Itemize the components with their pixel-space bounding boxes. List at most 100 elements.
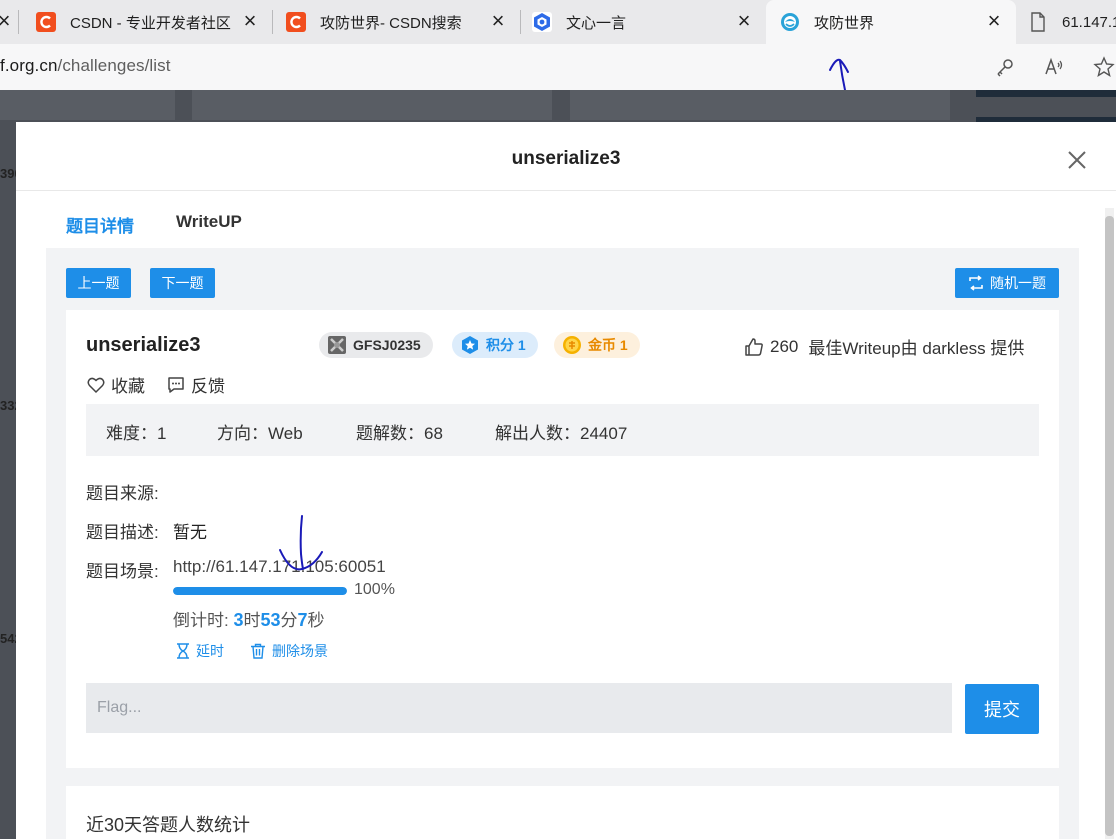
favorite-star-icon[interactable] <box>1093 56 1115 78</box>
extend-time-button[interactable]: 延时 <box>176 641 224 661</box>
address-bar[interactable]: f.org.cn/challenges/list <box>0 44 1116 90</box>
countdown-minutes-unit: 分 <box>280 611 298 630</box>
close-icon[interactable]: × <box>734 10 754 32</box>
score-star-icon <box>460 335 480 355</box>
trash-icon <box>250 643 266 659</box>
bg-thumbnail <box>976 90 1116 97</box>
hand-drawn-arrow-up-annotation <box>829 58 849 91</box>
csdn-icon <box>36 12 56 32</box>
coin-icon <box>562 335 582 355</box>
tab-title: 攻防世界 <box>814 14 875 32</box>
source-label: 题目来源: <box>86 484 159 503</box>
tab-title: 61.147.17 <box>1062 13 1116 31</box>
challenge-code-badge: GFSJ0235 <box>319 332 433 358</box>
browser-tab-csdn-search[interactable]: 攻防世界- CSDN搜索 × <box>272 0 521 44</box>
prev-challenge-button[interactable]: 上一题 <box>66 268 131 298</box>
solver-count: 解出人数：24407 <box>495 424 628 443</box>
shuffle-icon <box>969 275 983 291</box>
progress-fill <box>173 587 347 595</box>
csdn-icon <box>286 12 306 32</box>
browser-tab-adworld[interactable]: 攻防世界 × <box>766 0 1016 44</box>
score-text: 积分 1 <box>486 337 526 353</box>
solve-count: 题解数：68 <box>356 424 443 443</box>
wenxin-icon <box>532 12 552 32</box>
stats-card: 近30天答题人数统计 <box>66 786 1059 839</box>
adworld-icon <box>780 12 800 32</box>
countdown-hours: 3 <box>233 610 244 630</box>
browser-tab-wenxin[interactable]: 文心一言 × <box>520 0 766 44</box>
countdown-seconds-unit: 秒 <box>307 611 325 630</box>
close-icon[interactable]: × <box>0 10 14 32</box>
scene-progress-bar <box>173 587 347 595</box>
url-host: f.org.cn <box>0 56 58 75</box>
delete-scene-button[interactable]: 删除场景 <box>250 641 328 661</box>
best-writeup-text: 最佳Writeup由 darkless 提供 <box>808 339 1025 358</box>
hourglass-icon <box>176 643 190 659</box>
extend-time-label: 延时 <box>196 643 224 659</box>
tab-writeup[interactable]: WriteUP <box>176 212 242 232</box>
flag-input[interactable] <box>86 683 952 733</box>
tab-separator <box>18 10 19 34</box>
difficulty: 难度：1 <box>106 424 167 443</box>
countdown-prefix: 倒计时: <box>173 611 234 630</box>
countdown-hours-unit: 时 <box>243 611 261 630</box>
comment-icon <box>167 376 185 394</box>
tab-title: 攻防世界- CSDN搜索 <box>320 14 462 32</box>
progress-text: 100% <box>354 581 395 598</box>
bg-card <box>570 90 950 120</box>
close-icon[interactable]: × <box>240 10 260 32</box>
modal-title: unserialize3 <box>511 148 621 169</box>
coin-badge: 金币 1 <box>554 332 640 358</box>
likes-info: 260 最佳Writeup由 darkless 提供 <box>744 334 1024 359</box>
likes-count: 260 <box>770 336 799 356</box>
browser-tab-document[interactable]: 61.147.17 <box>1016 0 1116 44</box>
close-icon[interactable] <box>1066 149 1088 171</box>
tab-title: 文心一言 <box>566 14 627 32</box>
description-value: 暂无 <box>173 523 207 542</box>
key-icon[interactable] <box>994 56 1016 78</box>
tab-title: CSDN - 专业开发者社区 <box>70 14 231 32</box>
browser-tab-csdn[interactable]: CSDN - 专业开发者社区 × <box>20 0 273 44</box>
read-aloud-icon[interactable] <box>1044 56 1066 78</box>
tab-challenge-details[interactable]: 题目详情 <box>66 212 134 237</box>
puzzle-icon <box>327 335 347 355</box>
scrollbar-thumb[interactable] <box>1105 216 1114 836</box>
delete-scene-label: 删除场景 <box>272 643 328 659</box>
close-icon[interactable]: × <box>984 10 1004 32</box>
challenge-card: unserialize3 GFSJ0235 积分 1 金币 1 260 最佳Wr… <box>66 310 1059 768</box>
close-icon[interactable]: × <box>488 10 508 32</box>
thumbs-up-icon[interactable] <box>744 337 764 357</box>
countdown-minutes: 53 <box>260 610 281 630</box>
random-challenge-button[interactable]: 随机一题 <box>955 268 1059 298</box>
scene-label: 题目场景: <box>86 562 159 581</box>
favorite-label: 收藏 <box>111 377 145 396</box>
random-button-label: 随机一题 <box>990 275 1046 291</box>
bg-card <box>192 90 552 120</box>
browser-tab-partial[interactable]: × <box>0 0 19 44</box>
countdown: 倒计时: 3时53分7秒 <box>173 606 325 631</box>
next-challenge-button[interactable]: 下一题 <box>150 268 215 298</box>
divider <box>16 190 1116 191</box>
feedback-label: 反馈 <box>191 377 225 396</box>
favorite-button[interactable]: 收藏 <box>87 372 145 397</box>
feedback-button[interactable]: 反馈 <box>167 372 225 397</box>
countdown-seconds: 7 <box>297 610 308 630</box>
challenge-stats-bar: 难度：1 方向：Web 题解数：68 解出人数：24407 <box>86 404 1039 456</box>
url-path: /challenges/list <box>57 56 171 75</box>
scrollbar[interactable] <box>1105 208 1114 839</box>
challenge-modal: unserialize3 题目详情 WriteUP 上一题 下一题 随机一题 u… <box>16 122 1116 839</box>
bg-card <box>0 90 175 120</box>
description-label: 题目描述: <box>86 523 159 542</box>
hand-drawn-arrow-down-annotation <box>279 515 323 571</box>
coin-text: 金币 1 <box>588 337 628 353</box>
url-text[interactable]: f.org.cn/challenges/list <box>0 56 171 76</box>
challenge-code: GFSJ0235 <box>353 337 421 353</box>
document-icon <box>1028 12 1048 32</box>
stats-section-title: 近30天答题人数统计 <box>86 815 251 835</box>
submit-flag-button[interactable]: 提交 <box>965 684 1039 734</box>
challenge-content-area: 上一题 下一题 随机一题 unserialize3 GFSJ0235 积分 1 <box>46 248 1079 839</box>
challenge-name: unserialize3 <box>86 334 201 356</box>
heart-icon <box>87 376 105 394</box>
browser-tab-strip: × CSDN - 专业开发者社区 × 攻防世界- CSDN搜索 × 文心一言 ×… <box>0 0 1116 44</box>
score-badge: 积分 1 <box>452 332 538 358</box>
